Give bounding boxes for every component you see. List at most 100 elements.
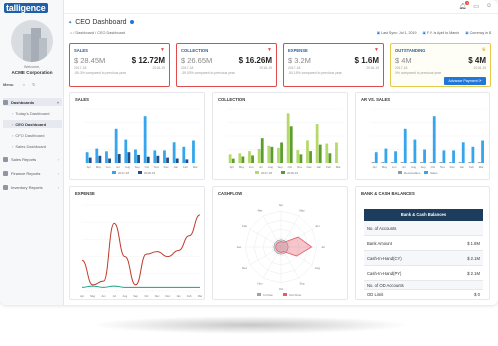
legend-swatch <box>398 171 402 174</box>
notification-icon[interactable]: 🔔︎ 1 <box>459 1 470 10</box>
breadcrumb-links[interactable]: / Dashboard / CEO Dashboard <box>73 31 125 35</box>
fiscal-year-text: F.Y. is April to March <box>426 31 460 35</box>
x-tick-label: Nov <box>297 165 303 169</box>
kpi-current-year: 2017-18 <box>288 66 301 70</box>
bar <box>280 142 283 163</box>
legend-swatch <box>255 171 259 174</box>
bar <box>267 145 271 163</box>
bar <box>228 154 232 163</box>
bar <box>309 151 312 163</box>
x-tick-label: Feb <box>183 165 188 169</box>
device-shadow <box>90 316 410 334</box>
chevron-right-icon: › <box>57 156 59 162</box>
x-tick-label: Jun <box>101 294 106 298</box>
x-tick-label: Dec <box>164 165 170 169</box>
axis-label: Dec <box>242 266 248 270</box>
expense-chart-panel: EXPENSE Apr May Jun Jul Aug Sep Oct Nov Dec Jan Fe… <box>69 186 205 300</box>
axis-label: Oct <box>279 287 284 291</box>
menu-label: Menu <box>3 82 14 87</box>
kpi-current-value: $ 28.45M <box>74 56 106 65</box>
kpi-title: EXPENSE <box>288 48 308 53</box>
sidebar-item-label: Inventory Reports <box>11 184 43 190</box>
company-avatar <box>11 20 53 62</box>
kpi-note: -50.15% compared to previous year <box>288 71 342 75</box>
bar <box>328 153 332 163</box>
advance-payment-button[interactable]: Advance Payment ⟳ <box>444 77 486 85</box>
kpi-title: COLLECTION <box>181 48 209 53</box>
kpi-sales-card[interactable]: SALES ▼ $ 28.45M $ 12.72M 2017-18 2018-1… <box>69 43 170 87</box>
pin-icon[interactable]: ✦ <box>68 20 72 26</box>
bar <box>108 158 111 163</box>
axis-label: Feb <box>242 224 247 228</box>
home-icon[interactable]: ⌂ <box>23 82 25 87</box>
inventory-icon <box>3 184 8 190</box>
sidebar-item-ceo-dashboard[interactable]: CEO Dashboard <box>3 120 62 128</box>
sidebar-item-cfo-dashboard[interactable]: CFO Dashboard <box>3 131 62 139</box>
bank-panel-title: BANK & CASH BALANCES <box>361 191 415 196</box>
cashflow-chart: Apr May Jun Jul Aug Sep Oct Nov Dec Jan Feb Mar In F… <box>237 203 325 297</box>
kpi-current-year: 2017-18 <box>74 66 87 70</box>
sidebar-item-sales-reports[interactable]: Sales Reports › <box>3 155 62 163</box>
user-icon[interactable]: ☺ <box>486 3 492 10</box>
bar <box>166 157 169 163</box>
x-tick-label: Sep <box>133 294 138 298</box>
x-tick-label: Jun <box>249 165 254 169</box>
axis-label: Jan <box>237 245 242 249</box>
screen-icon[interactable]: ▭ <box>473 3 479 10</box>
kpi-collection-card[interactable]: COLLECTION ▼ $ 26.65M $ 16.26M 2017-18 2… <box>176 43 277 87</box>
sidebar-item-label: CFO Dashboard <box>15 132 45 138</box>
kpi-expense-card[interactable]: EXPENSE ▼ $ 3.2M $ 1.6M 2017-18 2018-19 … <box>283 43 384 87</box>
bar <box>114 128 118 163</box>
axis-label: Jul <box>321 245 325 249</box>
sidebar-item-finance-reports[interactable]: Finance Reports › <box>3 169 62 177</box>
x-tick-label: May <box>382 165 388 169</box>
x-tick-label: Nov <box>155 294 160 298</box>
bar <box>127 152 131 163</box>
bar <box>442 150 446 163</box>
series-line <box>81 214 201 286</box>
bar <box>277 147 280 163</box>
ar-vs-sales-chart-panel: AR VS. SALES Apr May Jun Jul Aug Sep Oct Nov Dec… <box>355 92 490 180</box>
fiscal-year: ▣ F.Y. is April to March <box>423 31 460 35</box>
x-tick-label: Dec <box>450 165 456 169</box>
top-icons: 🔔︎ 1 ▭ ☺ <box>459 1 492 10</box>
bar <box>88 157 92 163</box>
bar <box>400 162 404 163</box>
x-tick-label: May <box>90 294 96 298</box>
x-tick-label: Jan <box>176 294 181 298</box>
last-sync: ▣ Last Sync: Jul 1, 2019 <box>377 31 417 35</box>
x-tick-label: Sep <box>421 165 426 169</box>
x-tick-label: Mar <box>193 165 198 169</box>
refresh-icon[interactable]: ↻ <box>32 82 35 87</box>
legend-swatch <box>424 171 428 174</box>
legend-label: 2018-19 <box>144 171 155 175</box>
sidebar-item-todays-dashboard[interactable]: Today's Dashboard <box>3 109 62 117</box>
bank-table-header: Bank & Cash Balances <box>364 209 483 221</box>
kpi-outstanding-card[interactable]: OUTSTANDING ♛ $ 4M $ 4M 2017-18 2018-19 … <box>390 43 491 87</box>
x-tick-label: Dec <box>307 165 313 169</box>
x-tick-label: Oct <box>144 294 148 298</box>
expense-chart: Apr May Jun Jul Aug Sep Oct Nov Dec Jan Feb Mar <box>80 204 202 298</box>
bank-row: No. of OD Accounts <box>364 281 483 290</box>
x-tick-label: Aug <box>411 165 416 169</box>
legend-label: 2017-18 <box>261 171 272 175</box>
kpi-current-year: 2017-18 <box>395 66 408 70</box>
x-tick-label: Mar <box>479 165 484 169</box>
sidebar-item-dashboards[interactable]: Dashboards ▾ <box>3 98 62 106</box>
bar <box>270 146 274 163</box>
bar <box>468 162 472 163</box>
report-icon <box>3 156 8 162</box>
app-logo[interactable]: talligence <box>4 3 60 15</box>
bar <box>248 151 251 163</box>
sidebar-item-inventory-reports[interactable]: Inventory Reports › <box>3 183 62 191</box>
bank-row-label: OD Limit <box>367 292 384 297</box>
legend-label: Out Flow <box>289 293 302 297</box>
x-tick-label: Nov <box>154 165 160 169</box>
x-tick-label: Jul <box>116 165 120 169</box>
bar <box>452 150 455 163</box>
kpi-note: 0% compared to previous year <box>395 71 441 75</box>
x-tick-label: Sep <box>278 165 283 169</box>
x-tick-label: Feb <box>469 165 474 169</box>
sidebar-item-sales-dashboard[interactable]: Sales Dashboard <box>3 142 62 150</box>
bank-balances-panel: BANK & CASH BALANCES Bank & Cash Balance… <box>355 186 490 300</box>
